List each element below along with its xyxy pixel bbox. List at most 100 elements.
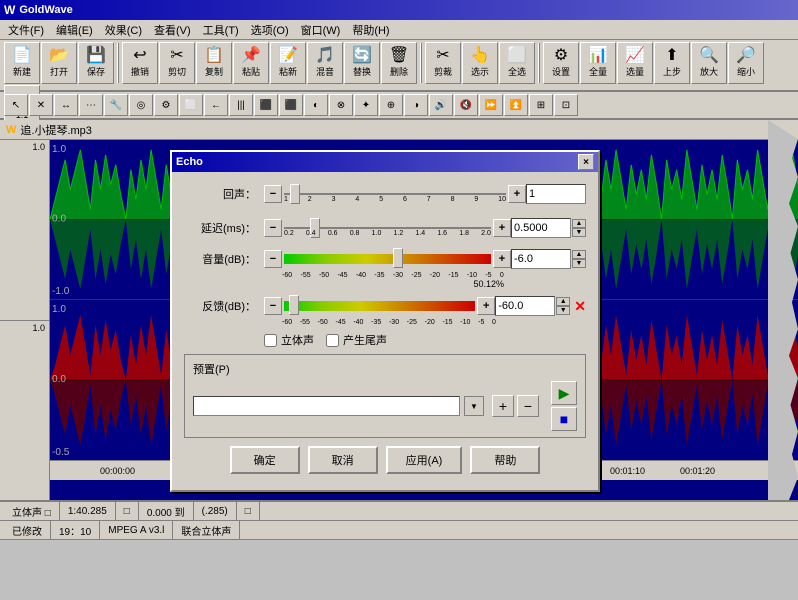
tool-btn-12[interactable]: ⬛ [279, 94, 303, 116]
feedback-spin-down[interactable]: ▼ [556, 306, 570, 315]
feedback-slider[interactable] [284, 295, 475, 317]
menu-window[interactable]: 窗口(W) [295, 20, 347, 40]
mix-button[interactable]: 🎵混音 [307, 42, 343, 84]
tool-btn-22[interactable]: ⊞ [529, 94, 553, 116]
tool-btn-4[interactable]: ⋯ [79, 94, 103, 116]
trim-button[interactable]: ✂剪裁 [425, 42, 461, 84]
preset-play-btn[interactable]: ▶ [551, 381, 577, 405]
feedback-row: 反馈(dB)： − + -60.0 ▲ ▼ [184, 295, 586, 317]
tail-label: 产生尾声 [343, 332, 387, 348]
volume-spin[interactable]: ▲ ▼ [572, 250, 586, 268]
tool-btn-21[interactable]: ⏫ [504, 94, 528, 116]
feedback-minus[interactable]: − [264, 297, 282, 315]
tool-btn-20[interactable]: ⏩ [479, 94, 503, 116]
volume-minus[interactable]: − [264, 250, 282, 268]
delay-spin-up[interactable]: ▲ [572, 219, 586, 228]
echo-plus[interactable]: + [508, 185, 526, 203]
cut-button[interactable]: ✂剪切 [159, 42, 195, 84]
zoom-in-button[interactable]: 🔍放大 [691, 42, 727, 84]
delay-value[interactable]: 0.5000 [511, 218, 571, 238]
apply-button[interactable]: 应用(A) [386, 446, 463, 474]
volume-plus[interactable]: + [493, 250, 511, 268]
tool-btn-7[interactable]: ⚙ [154, 94, 178, 116]
menu-file[interactable]: 文件(F) [2, 20, 50, 40]
delay-plus[interactable]: + [493, 219, 511, 237]
volume-value[interactable]: -6.0 [511, 249, 571, 269]
delay-spin[interactable]: ▲ ▼ [572, 219, 586, 237]
volume-spin-down[interactable]: ▼ [572, 259, 586, 268]
tool-btn-19[interactable]: 🔇 [454, 94, 478, 116]
preset-add-btn[interactable]: + [492, 395, 514, 417]
open-button[interactable]: 📂打开 [41, 42, 77, 84]
tool-btn-9[interactable]: ← [204, 94, 228, 116]
dialog-close-button[interactable]: × [578, 154, 594, 170]
preset-stop-btn[interactable]: ■ [551, 407, 577, 431]
volume-spin-up[interactable]: ▲ [572, 250, 586, 259]
tool-btn-14[interactable]: ⊗ [329, 94, 353, 116]
cancel-button[interactable]: 取消 [308, 446, 378, 474]
tool-btn-8[interactable]: ⬜ [179, 94, 203, 116]
delay-minus[interactable]: − [264, 219, 282, 237]
delay-slider[interactable]: 0.2 0.4 0.6 0.8 1.0 1.2 1.4 1.6 1.8 2.0 [284, 214, 491, 242]
volume-percent: 50.12% [184, 279, 504, 289]
tool-btn-13[interactable]: ◐ [304, 94, 328, 116]
preset-dropdown[interactable]: ▼ [464, 396, 484, 416]
zoom-out-button[interactable]: 🔎缩小 [728, 42, 764, 84]
pastenew-button[interactable]: 📝粘新 [270, 42, 306, 84]
copy-button[interactable]: 📋复制 [196, 42, 232, 84]
app-title: GoldWave [19, 4, 72, 16]
preset-remove-btn[interactable]: − [517, 395, 539, 417]
feedback-value[interactable]: -60.0 [495, 296, 555, 316]
prev-button[interactable]: ⬆上步 [654, 42, 690, 84]
tool-btn-2[interactable]: ✕ [29, 94, 53, 116]
paste-button[interactable]: 📌粘贴 [233, 42, 269, 84]
settings-button[interactable]: ⚙设置 [543, 42, 579, 84]
menu-edit[interactable]: 编辑(E) [50, 20, 99, 40]
menu-effects[interactable]: 效果(C) [99, 20, 148, 40]
select-all-button[interactable]: ⬜全选 [499, 42, 535, 84]
help-button[interactable]: 帮助 [470, 446, 540, 474]
full-vol-button[interactable]: 📊全量 [580, 42, 616, 84]
tool-btn-3[interactable]: ↔ [54, 94, 78, 116]
preset-group: 预置(P) ▼ + − ▶ [184, 354, 586, 438]
tool-btn-23[interactable]: ⊡ [554, 94, 578, 116]
menu-help[interactable]: 帮助(H) [346, 20, 395, 40]
tool-btn-17[interactable]: ◑ [404, 94, 428, 116]
stereo-checkbox[interactable] [264, 334, 277, 347]
feedback-spin-up[interactable]: ▲ [556, 297, 570, 306]
menu-options[interactable]: 选项(O) [245, 20, 295, 40]
delete-button[interactable]: 🗑删除 [381, 42, 417, 84]
tool-btn-18[interactable]: 🔊 [429, 94, 453, 116]
app-icon: W [4, 3, 15, 17]
preset-input[interactable] [193, 396, 460, 416]
echo-slider[interactable]: 1 2 3 4 5 6 7 8 9 10 [284, 180, 506, 208]
delay-spin-down[interactable]: ▼ [572, 228, 586, 237]
toolbar2: ↖ ✕ ↔ ⋯ 🔧 ◎ ⚙ ⬜ ← ||| ⬛ ⬛ ◐ ⊗ ✦ ⊕ ◑ 🔊 🔇 … [0, 92, 798, 120]
undo-button[interactable]: ↩撤销 [122, 42, 158, 84]
ok-button[interactable]: 确定 [230, 446, 300, 474]
menu-tools[interactable]: 工具(T) [197, 20, 245, 40]
save-button[interactable]: 💾保存 [78, 42, 114, 84]
sel-vol-button[interactable]: 📈选量 [617, 42, 653, 84]
new-button[interactable]: 📄新建 [4, 42, 40, 84]
volume-slider[interactable] [284, 248, 491, 270]
torn-edge [768, 120, 798, 500]
tool-btn-10[interactable]: ||| [229, 94, 253, 116]
replace-button[interactable]: 🔄替换 [344, 42, 380, 84]
tool-btn-1[interactable]: ↖ [4, 94, 28, 116]
statusbar-row-1: 立体声 □ 1:40.285 □ 0.000 到 (.285) □ [0, 502, 798, 521]
tool-btn-6[interactable]: ◎ [129, 94, 153, 116]
tool-btn-16[interactable]: ⊕ [379, 94, 403, 116]
tool-btn-15[interactable]: ✦ [354, 94, 378, 116]
feedback-plus[interactable]: + [477, 297, 495, 315]
tool-btn-11[interactable]: ⬛ [254, 94, 278, 116]
tail-checkbox[interactable] [326, 334, 339, 347]
feedback-spin[interactable]: ▲ ▼ [556, 297, 570, 315]
feedback-scale: -60-55-50-45-40-35-30-25-20-15-10-50 [282, 319, 496, 326]
statusbar-row-2: 已修改 19：10 MPEG A v3.l 联合立体声 [0, 521, 798, 540]
show-sel-button[interactable]: 👆选示 [462, 42, 498, 84]
echo-minus[interactable]: − [264, 185, 282, 203]
tool-btn-5[interactable]: 🔧 [104, 94, 128, 116]
menu-view[interactable]: 查看(V) [148, 20, 197, 40]
echo-value[interactable]: 1 [526, 184, 586, 204]
